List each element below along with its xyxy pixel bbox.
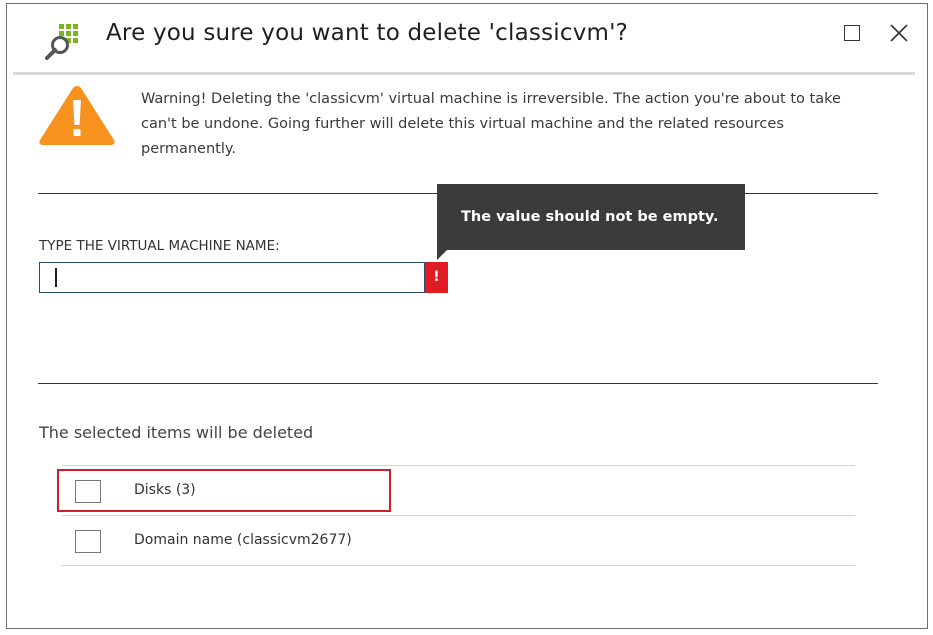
section-divider [38,383,878,384]
list-item-domain-name[interactable]: Domain name (classicvm2677) [62,517,855,565]
domain-name-checkbox[interactable] [75,530,101,553]
tooltip-arrow [437,248,449,260]
title-divider [13,72,915,75]
dialog-title: Are you sure you want to delete 'classic… [106,20,629,46]
error-indicator-icon: ! [425,262,448,293]
vm-name-label: TYPE THE VIRTUAL MACHINE NAME: [39,238,280,254]
list-divider [62,565,855,566]
close-button[interactable] [887,21,911,45]
list-item-label: Disks (3) [134,482,196,498]
validation-tooltip: The value should not be empty. [437,184,745,250]
vm-search-icon [45,22,81,60]
text-cursor [55,268,57,287]
warning-message: Warning! Deleting the 'classicvm' virtua… [141,91,841,157]
list-divider [62,465,855,466]
maximize-button[interactable] [842,23,862,43]
dialog-titlebar: Are you sure you want to delete 'classic… [7,4,927,74]
maximize-icon [844,25,860,41]
warning-triangle-icon [36,82,118,146]
disks-checkbox[interactable] [75,480,101,503]
list-item-disks[interactable]: Disks (3) [62,467,855,515]
list-divider [62,515,855,516]
list-item-label: Domain name (classicvm2677) [134,532,352,548]
vm-name-input[interactable] [39,262,425,293]
close-icon [890,24,908,42]
items-heading: The selected items will be deleted [39,423,314,442]
